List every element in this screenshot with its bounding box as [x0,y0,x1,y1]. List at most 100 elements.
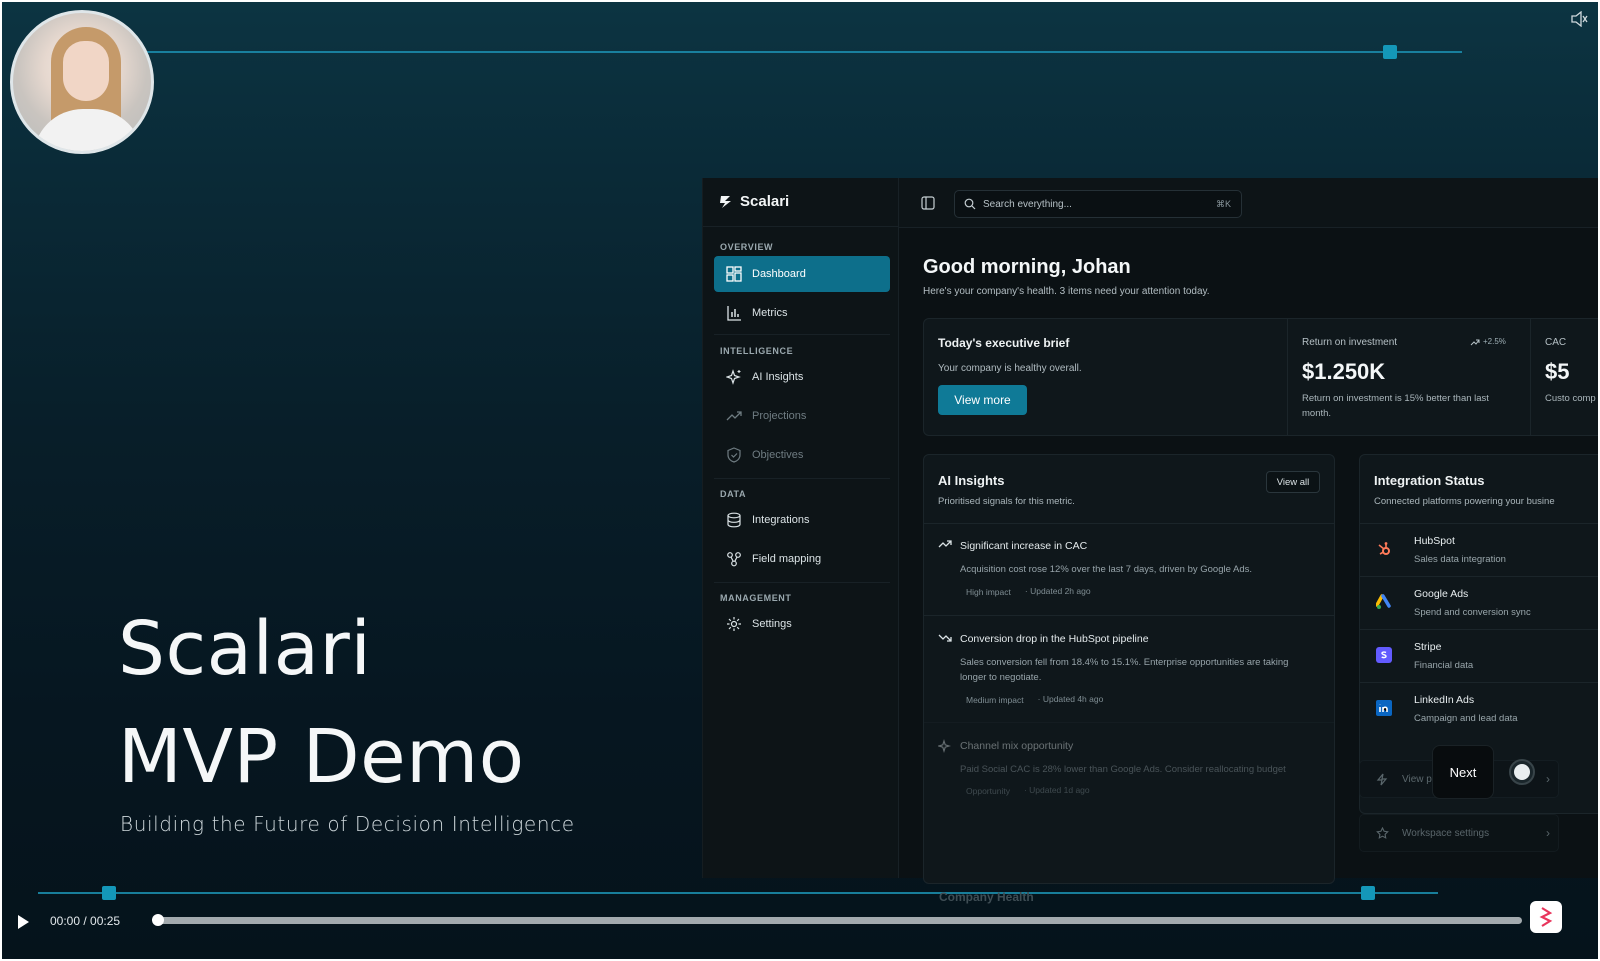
cac-value: $5 [1545,359,1570,384]
insight-item[interactable]: Significant increase in CAC Acquisition … [924,523,1334,615]
integration-desc: Spend and conversion sync [1414,607,1531,618]
view-all-button[interactable]: View all [1266,471,1320,493]
video-progress-bar[interactable] [158,917,1522,924]
video-progress-thumb[interactable] [152,914,164,926]
panel-toggle-icon[interactable] [921,196,935,210]
chevron-right-icon: › [1546,826,1550,840]
hubspot-icon [1378,542,1390,555]
search-icon [964,198,976,210]
integration-subtitle: Connected platforms powering your busine [1374,496,1555,507]
database-icon [727,512,741,528]
sidebar-item-field-mapping[interactable]: Field mapping [714,541,890,577]
insight-meta: High impact · Updated 2h ago [960,586,1091,598]
linkedin-icon [1376,700,1392,716]
deco-node-bottom-right [1361,886,1375,900]
play-icon[interactable] [16,914,30,930]
view-more-button[interactable]: View more [938,385,1027,415]
roi-label: Return on investment [1302,337,1398,348]
sidebar-item-settings[interactable]: Settings [714,606,890,642]
integration-name: Google Ads [1414,588,1469,600]
company-health-heading: Company Health [939,890,1034,904]
search-input[interactable]: Search everything... ⌘K [954,190,1242,218]
gear-icon [727,617,741,631]
trend-up-icon [1470,339,1480,345]
ai-insights-card: AI Insights Prioritised signals for this… [923,454,1335,884]
presenter-avatar [10,10,154,154]
hero-title-line2: MVP Demo [118,714,525,800]
deco-line-top [142,51,1462,53]
integration-desc: Campaign and lead data [1414,713,1518,724]
star-icon [1376,827,1389,839]
sidebar-item-label: Metrics [752,307,788,319]
brief-subtitle: Your company is healthy overall. [938,363,1082,374]
dashboard-icon [726,266,742,282]
sidebar-item-objectives[interactable]: Objectives [714,437,890,473]
insight-item[interactable]: Conversion drop in the HubSpot pipeline … [924,615,1334,722]
sidebar-item-integrations[interactable]: Integrations [714,502,890,538]
insight-desc: Sales conversion fell from 18.4% to 15.1… [960,657,1289,683]
deco-node-bottom-left [102,886,116,900]
hero-subtitle: Building the Future of Decision Intellig… [120,812,575,836]
integration-name: HubSpot [1414,535,1455,547]
page-subtitle: Here's your company's health. 3 items ne… [923,286,1210,297]
trend-up-icon [938,540,952,548]
section-label-management: MANAGEMENT [720,593,792,603]
tour-hotspot[interactable] [1509,759,1535,785]
quick-link-label: Workspace settings [1402,828,1490,839]
insight-meta: Medium impact · Updated 4h ago [960,694,1103,706]
lightning-icon [1376,773,1388,786]
impact-badge: High impact [966,587,1011,597]
sidebar-item-label: Integrations [752,514,810,526]
next-tooltip[interactable]: Next [1432,745,1494,799]
section-label-overview: OVERVIEW [720,242,774,252]
mapping-icon [727,552,741,567]
section-label-data: DATA [720,489,747,499]
integration-title: Integration Status [1374,473,1485,488]
quick-link-workspace-settings[interactable]: Workspace settings › [1359,814,1559,852]
insight-item[interactable]: Channel mix opportunity Paid Social CAC … [924,722,1334,822]
integration-item-google-ads[interactable]: Google Ads Spend and conversion sync [1360,576,1598,629]
brand[interactable]: Scalari [718,193,789,210]
brief-title: Today's executive brief [938,336,1070,350]
roi-delta-value: +2.5% [1483,337,1506,346]
sidebar-item-label: AI Insights [752,371,804,383]
roi-value: $1.250K [1302,359,1386,384]
google-ads-icon [1376,594,1391,609]
brand-badge[interactable] [1530,901,1562,933]
integration-name: Stripe [1414,641,1442,653]
video-time: 00:00 / 00:25 [50,914,121,928]
cac-note: Custo comp [1545,393,1596,404]
sidebar-item-ai-insights[interactable]: AI Insights [714,359,890,395]
integration-name: LinkedIn Ads [1414,694,1475,706]
brand-name: Scalari [740,193,790,210]
chevron-right-icon: › [1546,772,1550,786]
updated-text: · Updated 4h ago [1037,694,1104,704]
integration-item-linkedin-ads[interactable]: LinkedIn Ads Campaign and lead data [1360,682,1598,735]
executive-brief-card: Today's executive brief Your company is … [923,318,1598,436]
page-title: Good morning, Johan [923,256,1131,278]
shield-icon [727,447,741,463]
brand-badge-icon [1539,907,1553,927]
sidebar-item-label: Objectives [752,449,804,461]
stripe-icon [1376,647,1392,663]
sidebar-item-dashboard[interactable]: Dashboard [714,256,890,292]
sidebar-item-metrics[interactable]: Metrics [714,295,890,331]
sidebar-item-projections[interactable]: Projections [714,398,890,434]
sidebar-item-label: Projections [752,410,807,422]
sparkles-icon [938,739,951,753]
integration-item-stripe[interactable]: Stripe Financial data [1360,629,1598,682]
integration-item-hubspot[interactable]: HubSpot Sales data integration [1360,523,1598,576]
updated-text: · Updated 1d ago [1023,785,1090,795]
integration-desc: Financial data [1414,660,1474,671]
insight-title: Significant increase in CAC [960,540,1088,552]
video-stage: Scalari MVP Demo Building the Future of … [2,2,1598,959]
impact-badge: Medium impact [966,695,1024,705]
trend-up-icon [726,411,742,421]
impact-badge: Opportunity [966,786,1010,796]
roi-note: Return on investment is 15% better than … [1302,393,1489,419]
search-shortcut: ⌘K [1215,199,1231,209]
sidebar-item-label: Field mapping [752,553,822,565]
speaker-icon[interactable] [1570,11,1588,27]
top-bar: Search everything... ⌘K [899,178,1598,228]
insight-meta: Opportunity · Updated 1d ago [960,785,1090,797]
